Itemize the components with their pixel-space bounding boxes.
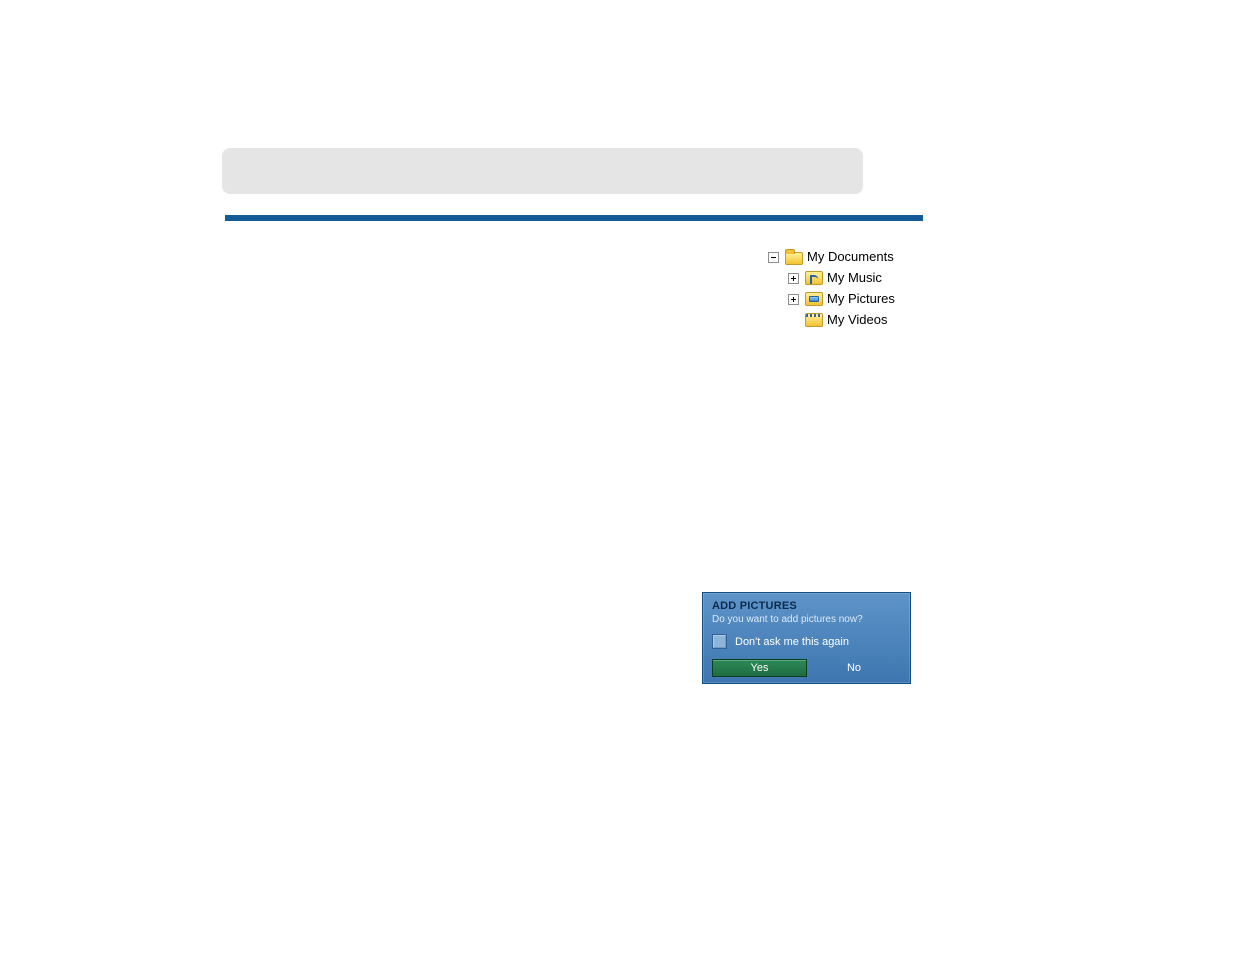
tree-item-label: My Videos	[827, 312, 887, 328]
tree-item-label: My Pictures	[827, 291, 895, 307]
tree-item-my-documents[interactable]: My Documents	[768, 247, 895, 267]
expand-icon[interactable]	[788, 273, 799, 284]
add-pictures-dialog: ADD PICTURES Do you want to add pictures…	[702, 592, 911, 684]
folder-tree: My Documents My Music My Pictures My Vid…	[768, 247, 895, 331]
dont-ask-label: Don't ask me this again	[735, 636, 849, 648]
tree-item-label: My Documents	[807, 249, 894, 265]
tree-item-label: My Music	[827, 270, 882, 286]
tree-item-my-pictures[interactable]: My Pictures	[768, 289, 895, 309]
videos-folder-icon	[805, 313, 823, 327]
empty-banner	[222, 148, 863, 194]
tree-item-my-videos[interactable]: My Videos	[768, 310, 895, 330]
collapse-icon[interactable]	[768, 252, 779, 263]
no-button-label: No	[847, 662, 861, 674]
dialog-button-row: Yes No	[712, 659, 901, 677]
tree-spacer	[788, 315, 799, 326]
music-folder-icon	[805, 271, 823, 285]
tree-item-my-music[interactable]: My Music	[768, 268, 895, 288]
dialog-title: ADD PICTURES	[712, 600, 901, 612]
dont-ask-checkbox[interactable]	[712, 634, 727, 649]
yes-button-label: Yes	[751, 662, 769, 674]
folder-open-icon	[785, 252, 803, 265]
no-button[interactable]: No	[807, 659, 901, 677]
section-divider	[225, 215, 923, 221]
dialog-subtitle: Do you want to add pictures now?	[712, 614, 901, 625]
pictures-folder-icon	[805, 292, 823, 306]
yes-button[interactable]: Yes	[712, 659, 807, 677]
expand-icon[interactable]	[788, 294, 799, 305]
dialog-checkbox-row: Don't ask me this again	[712, 634, 901, 649]
